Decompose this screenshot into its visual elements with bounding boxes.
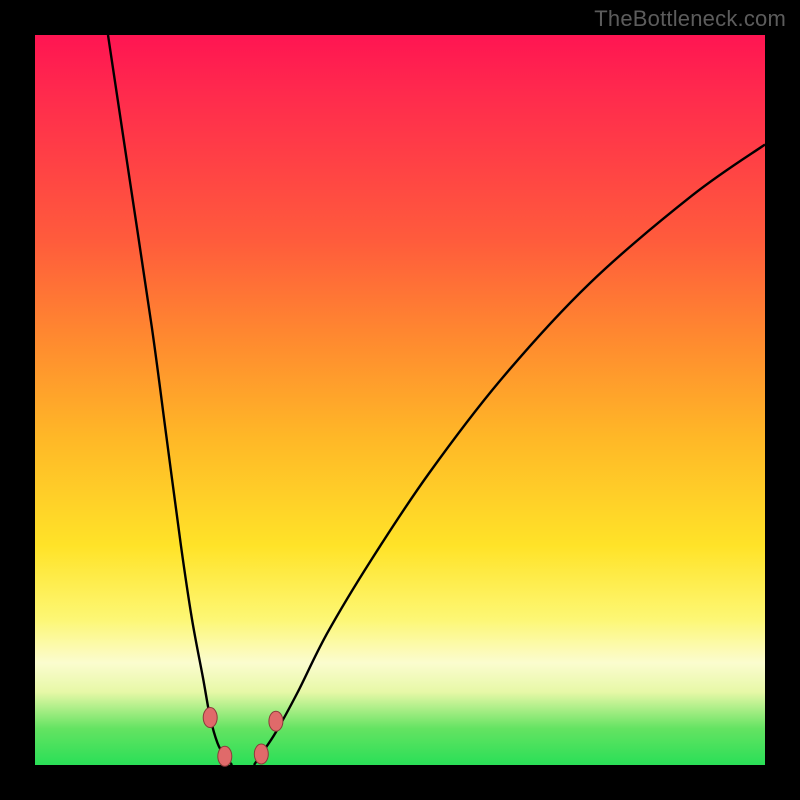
left-branch-curve <box>108 35 232 765</box>
curve-layer <box>35 35 765 765</box>
marker-left-lower <box>218 746 232 766</box>
watermark-text: TheBottleneck.com <box>594 6 786 32</box>
marker-left-upper <box>203 708 217 728</box>
marker-right-upper <box>269 711 283 731</box>
chart-frame: TheBottleneck.com <box>0 0 800 800</box>
plot-area <box>35 35 765 765</box>
right-branch-curve <box>254 145 765 766</box>
marker-right-lower <box>254 744 268 764</box>
